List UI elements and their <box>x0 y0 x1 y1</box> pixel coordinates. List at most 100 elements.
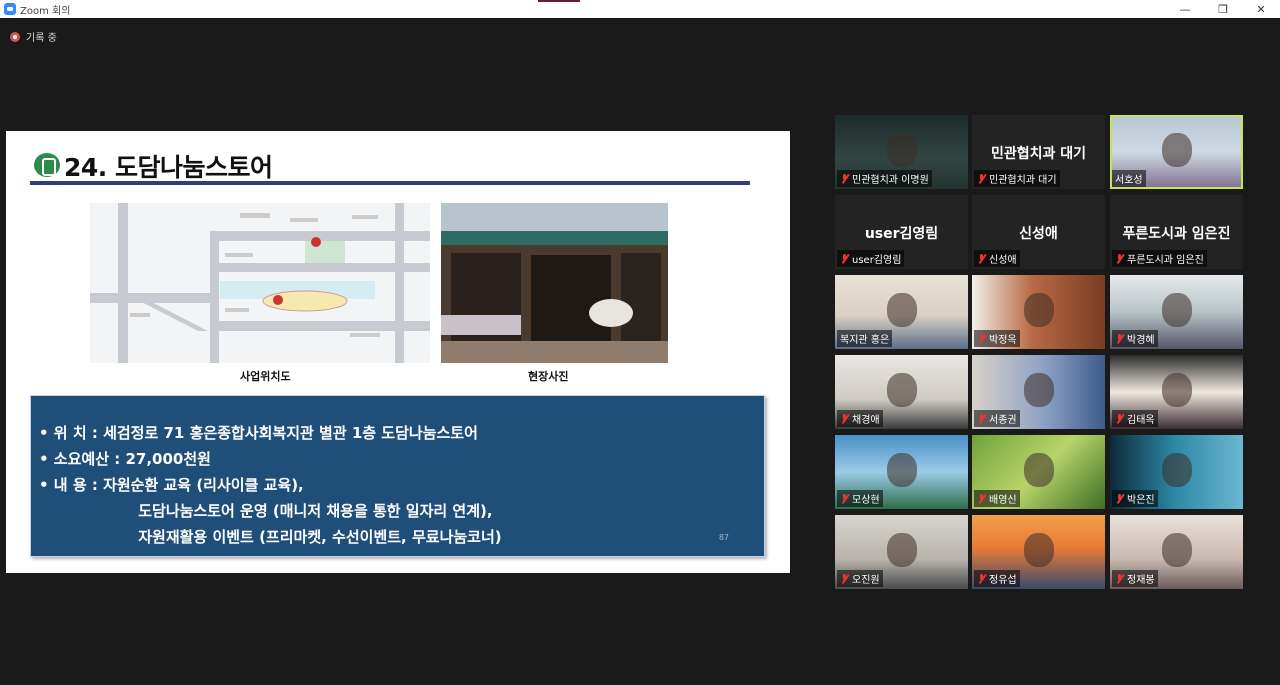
participant-name-label: 정유섭 <box>974 570 1020 587</box>
participant-tile[interactable]: 모상현 <box>835 435 968 509</box>
participant-name: 서호성 <box>1115 175 1143 186</box>
recording-label: 기록 중 <box>26 33 57 44</box>
participant-name-label: 모상현 <box>837 490 883 507</box>
participant-name-label: user김영림 <box>837 250 905 267</box>
participant-name-label: 오진원 <box>837 570 883 587</box>
microphone-muted-icon <box>977 573 986 584</box>
organization-logo <box>34 153 60 177</box>
summary-line-content: • 내 용 : 자원순환 교육 (리사이클 교육), <box>39 476 304 494</box>
participant-name: 정유섭 <box>989 575 1017 586</box>
participant-name-label: 신성애 <box>974 250 1020 267</box>
participant-name-label: 복지관 홍은 <box>837 330 893 347</box>
participant-name-label: 민관협치과 이명원 <box>837 170 932 187</box>
summary-line-content-2: 도담나눔스토어 운영 (매니저 채용을 통한 일자리 연계), <box>39 502 493 520</box>
microphone-muted-icon <box>1115 333 1124 344</box>
participant-tile[interactable]: 박정옥 <box>972 275 1105 349</box>
minimize-button[interactable]: — <box>1166 0 1204 18</box>
participant-name: 오진원 <box>852 575 880 586</box>
participant-tile[interactable]: 오진원 <box>835 515 968 589</box>
participant-video <box>1023 533 1054 567</box>
participant-name: 김태옥 <box>1127 415 1155 426</box>
participant-name: 민관협치과 대기 <box>989 175 1057 186</box>
participant-tile[interactable]: 채경애 <box>835 355 968 429</box>
participant-display-name: 민관협치과 대기 <box>990 146 1087 162</box>
participant-name-label: 배영신 <box>974 490 1020 507</box>
window-controls: — ❐ ✕ <box>1166 0 1280 18</box>
slide-page-number: 87 <box>718 533 729 542</box>
participant-video <box>886 373 917 407</box>
participant-name: 박경혜 <box>1127 335 1155 346</box>
summary-line-location: • 위 치 : 세검정로 71 홍은종합사회복지관 별관 1층 도담나눔스토어 <box>39 424 478 442</box>
participant-name: 민관협치과 이명원 <box>852 175 929 186</box>
participant-video <box>886 453 917 487</box>
participant-video <box>886 133 917 167</box>
participant-tile[interactable]: 신성애 신성애 <box>972 195 1105 269</box>
project-summary-box: • 위 치 : 세검정로 71 홍은종합사회복지관 별관 1층 도담나눔스토어 … <box>30 395 765 557</box>
microphone-muted-icon <box>840 173 849 184</box>
participant-video <box>1161 373 1192 407</box>
participant-tile[interactable]: 박경혜 <box>1110 275 1243 349</box>
participant-name: user김영림 <box>852 255 902 266</box>
microphone-muted-icon <box>977 333 986 344</box>
participant-tile[interactable]: 정유섭 <box>972 515 1105 589</box>
photo-caption: 현장사진 <box>528 370 569 383</box>
participant-video <box>1161 293 1192 327</box>
zoom-app-icon <box>4 3 16 15</box>
map-caption: 사업위치도 <box>240 370 291 383</box>
microphone-muted-icon <box>840 413 849 424</box>
microphone-muted-icon <box>977 173 986 184</box>
close-button[interactable]: ✕ <box>1242 0 1280 18</box>
participant-name: 박은진 <box>1127 495 1155 506</box>
participant-tile[interactable]: 서호성 <box>1110 115 1243 189</box>
participant-tile[interactable]: 배영신 <box>972 435 1105 509</box>
participant-name: 정재봉 <box>1127 575 1155 586</box>
participant-tile[interactable]: 푸른도시과 임은진 푸른도시과 임은진 <box>1110 195 1243 269</box>
microphone-muted-icon <box>840 253 849 264</box>
participant-tile[interactable]: user김영림 user김영림 <box>835 195 968 269</box>
participant-name-label: 서호성 <box>1112 170 1146 187</box>
shared-screen-slide: 24. 도담나눔스토어 사업위치도 현장사진 • 위 치: 세검정로 71 홍… <box>6 131 790 573</box>
participant-display-name: user김영림 <box>864 226 939 242</box>
participant-tile[interactable]: 박은진 <box>1110 435 1243 509</box>
microphone-muted-icon <box>977 253 986 264</box>
microphone-muted-icon <box>840 573 849 584</box>
participant-name: 복지관 홍은 <box>840 335 890 346</box>
summary-line-budget: • 소요예산 : 27,000천원 <box>39 450 211 468</box>
microphone-muted-icon <box>1115 253 1124 264</box>
record-icon <box>10 31 20 42</box>
microphone-muted-icon <box>977 413 986 424</box>
title-accent-bar <box>538 0 580 2</box>
participant-display-name: 푸른도시과 임은진 <box>1122 226 1231 242</box>
microphone-muted-icon <box>840 493 849 504</box>
recording-indicator[interactable]: 기록 중 <box>10 29 57 44</box>
window-title: Zoom 회의 <box>20 5 71 17</box>
participant-name: 서종권 <box>989 415 1017 426</box>
participant-name-label: 민관협치과 대기 <box>974 170 1060 187</box>
participant-name-label: 박은진 <box>1112 490 1158 507</box>
participant-tile[interactable]: 민관협치과 이명원 <box>835 115 968 189</box>
participant-tile[interactable]: 복지관 홍은 <box>835 275 968 349</box>
participant-tile[interactable]: 김태옥 <box>1110 355 1243 429</box>
participant-name: 배영신 <box>989 495 1017 506</box>
participant-name: 모상현 <box>852 495 880 506</box>
participant-name-label: 채경애 <box>837 410 883 427</box>
participant-tile[interactable]: 민관협치과 대기 민관협치과 대기 <box>972 115 1105 189</box>
microphone-muted-icon <box>1115 413 1124 424</box>
summary-line-content-3: 자원재활용 이벤트 (프리마켓, 수선이벤트, 무료나눔코너) <box>39 528 502 546</box>
site-photo <box>441 203 668 363</box>
participant-video <box>1161 453 1192 487</box>
participant-name: 푸른도시과 임은진 <box>1127 255 1204 266</box>
participant-name: 박정옥 <box>989 335 1017 346</box>
slide-title: 24. 도담나눔스토어 <box>64 153 273 182</box>
participant-video <box>886 533 917 567</box>
maximize-button[interactable]: ❐ <box>1204 0 1242 18</box>
participant-name: 신성애 <box>989 255 1017 266</box>
location-map-image <box>90 203 430 363</box>
participant-tile[interactable]: 서종권 <box>972 355 1105 429</box>
participant-video <box>1161 533 1192 567</box>
microphone-muted-icon <box>1115 573 1124 584</box>
participant-video <box>886 293 917 327</box>
window-titlebar: Zoom 회의 — ❐ ✕ <box>0 0 1280 18</box>
participant-name-label: 김태옥 <box>1112 410 1158 427</box>
participant-tile[interactable]: 정재봉 <box>1110 515 1243 589</box>
